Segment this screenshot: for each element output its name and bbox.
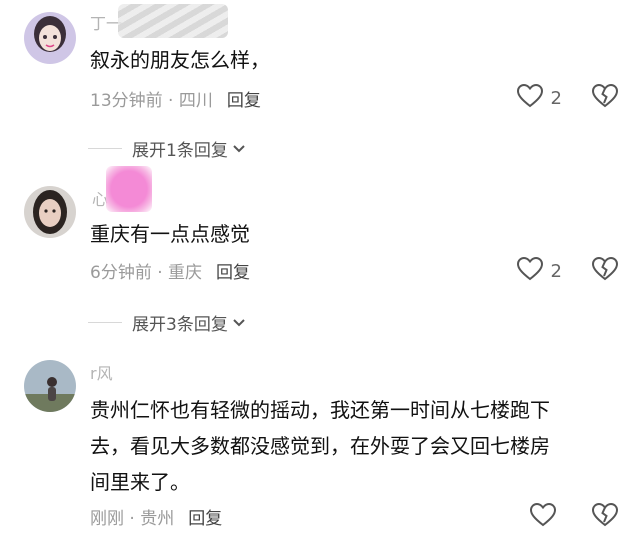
avatar[interactable] bbox=[24, 360, 76, 412]
comment-time-location: 6分钟前 · 重庆 bbox=[90, 263, 203, 283]
comment-text-line: 去，看见大多数都没感觉到，在外耍了会又回七楼房 bbox=[90, 434, 550, 458]
comment-meta: 刚刚 · 贵州 回复 bbox=[90, 504, 222, 529]
like-button[interactable] bbox=[529, 502, 557, 532]
chevron-down-icon bbox=[232, 313, 246, 333]
expand-replies-button[interactable]: 展开1条回复 bbox=[88, 136, 246, 161]
redaction-mark bbox=[106, 166, 152, 212]
heart-outline-icon bbox=[529, 502, 557, 532]
heart-outline-icon bbox=[516, 256, 543, 286]
like-button[interactable]: 2 bbox=[516, 256, 562, 286]
like-count: 2 bbox=[550, 88, 562, 109]
dislike-button[interactable] bbox=[591, 502, 619, 531]
avatar[interactable] bbox=[24, 12, 76, 64]
comment-text-line: 间里来了。 bbox=[90, 470, 190, 494]
comment-text: 贵州仁怀也有轻微的摇动，我还第一时间从七楼跑下 去，看见大多数都没感觉到，在外耍… bbox=[90, 392, 550, 500]
heart-outline-icon bbox=[516, 83, 543, 113]
username[interactable]: r风 bbox=[90, 360, 113, 384]
expand-replies-label: 展开1条回复 bbox=[132, 141, 228, 161]
redaction-mark bbox=[118, 4, 228, 38]
broken-heart-icon bbox=[591, 256, 619, 285]
comment-meta: 13分钟前 · 四川 回复 bbox=[90, 86, 261, 111]
divider-line bbox=[88, 148, 122, 149]
dislike-button[interactable] bbox=[591, 256, 619, 285]
expand-replies-label: 展开3条回复 bbox=[132, 315, 228, 335]
chevron-down-icon bbox=[232, 139, 246, 159]
comment-text: 叙永的朋友怎么样， bbox=[90, 48, 270, 72]
expand-replies-button[interactable]: 展开3条回复 bbox=[88, 310, 246, 335]
comment-text-line: 贵州仁怀也有轻微的摇动，我还第一时间从七楼跑下 bbox=[90, 398, 550, 422]
broken-heart-icon bbox=[591, 502, 619, 531]
dislike-button[interactable] bbox=[591, 83, 619, 112]
divider-line bbox=[88, 322, 122, 323]
comment-time-location: 刚刚 · 贵州 bbox=[90, 509, 175, 529]
comment-text: 重庆有一点点感觉 bbox=[90, 222, 250, 246]
comment-time-location: 13分钟前 · 四川 bbox=[90, 91, 213, 111]
reply-button[interactable]: 回复 bbox=[188, 504, 222, 529]
broken-heart-icon bbox=[591, 83, 619, 112]
like-button[interactable]: 2 bbox=[516, 83, 562, 113]
like-count: 2 bbox=[550, 261, 562, 282]
comment-meta: 6分钟前 · 重庆 回复 bbox=[90, 258, 250, 283]
reply-button[interactable]: 回复 bbox=[216, 258, 250, 283]
reply-button[interactable]: 回复 bbox=[227, 86, 261, 111]
avatar[interactable] bbox=[24, 186, 76, 238]
